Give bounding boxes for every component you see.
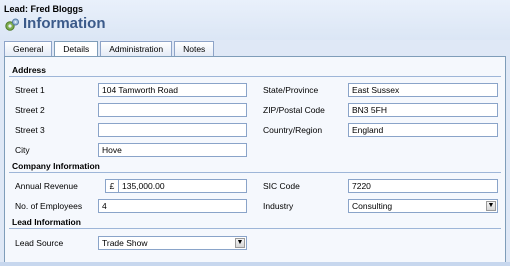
country-input[interactable]: England	[348, 123, 498, 137]
section-divider	[9, 228, 501, 229]
tab-general[interactable]: General	[4, 41, 53, 56]
tab-details[interactable]: Details	[54, 41, 99, 57]
lead-source-value: Trade Show	[102, 238, 148, 248]
industry-label: Industry	[263, 201, 294, 211]
section-divider	[9, 172, 501, 173]
lead-source-label: Lead Source	[15, 238, 64, 248]
page-title: Information	[23, 15, 106, 32]
address-heading: Address	[12, 65, 47, 75]
lead-heading: Lead Information	[12, 217, 81, 227]
section-divider	[9, 76, 501, 77]
industry-select[interactable]: Consulting ▼	[348, 199, 498, 213]
form-header: Lead: Fred Bloggs Information	[0, 0, 510, 40]
street2-label: Street 2	[15, 105, 45, 115]
employees-input[interactable]: 4	[98, 199, 247, 213]
chevron-down-icon[interactable]: ▼	[235, 238, 245, 248]
currency-symbol: £	[105, 179, 119, 193]
tab-notes[interactable]: Notes	[174, 41, 215, 56]
details-panel: Address Street 1 104 Tamworth Road State…	[4, 56, 506, 266]
employees-label: No. of Employees	[15, 201, 83, 211]
street3-label: Street 3	[15, 125, 45, 135]
chevron-down-icon[interactable]: ▼	[486, 201, 496, 211]
form-gear-icon	[5, 18, 19, 31]
sic-input[interactable]: 7220	[348, 179, 498, 193]
street2-input[interactable]	[98, 103, 247, 117]
country-label: Country/Region	[263, 125, 323, 135]
revenue-label: Annual Revenue	[15, 181, 78, 191]
bottom-edge	[0, 262, 510, 266]
tab-administration[interactable]: Administration	[100, 41, 173, 56]
sic-label: SIC Code	[263, 181, 300, 191]
breadcrumb: Lead: Fred Bloggs	[4, 4, 84, 14]
lead-source-select[interactable]: Trade Show ▼	[98, 236, 247, 250]
state-label: State/Province	[263, 85, 319, 95]
revenue-input[interactable]: 135,000.00	[118, 179, 247, 193]
state-input[interactable]: East Sussex	[348, 83, 498, 97]
city-label: City	[15, 145, 30, 155]
company-heading: Company Information	[12, 161, 100, 171]
zip-label: ZIP/Postal Code	[263, 105, 325, 115]
tab-strip: General Details Administration Notes	[4, 41, 216, 57]
industry-value: Consulting	[352, 201, 393, 211]
street1-label: Street 1	[15, 85, 45, 95]
zip-input[interactable]: BN3 5FH	[348, 103, 498, 117]
street3-input[interactable]	[98, 123, 247, 137]
street1-input[interactable]: 104 Tamworth Road	[98, 83, 247, 97]
city-input[interactable]: Hove	[98, 143, 247, 157]
